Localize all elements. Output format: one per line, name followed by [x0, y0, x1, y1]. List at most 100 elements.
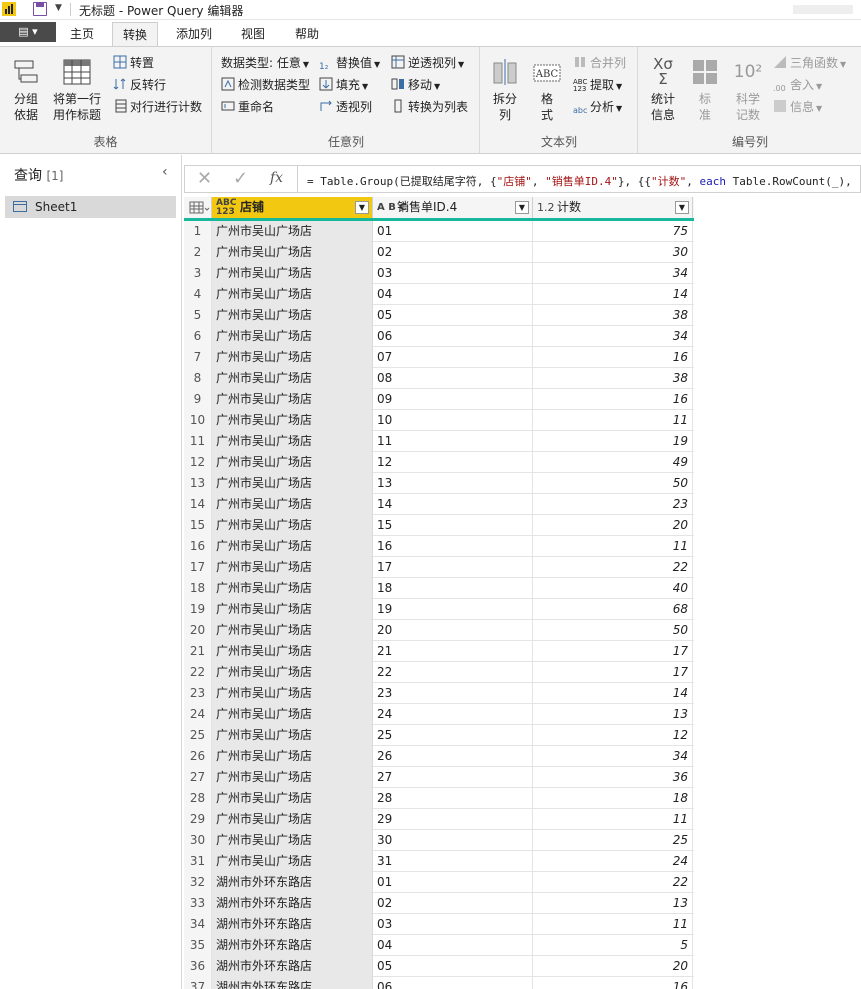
cell-order-id[interactable]: 10 [373, 410, 533, 431]
tab-view[interactable]: 视图 [228, 22, 278, 47]
table-row[interactable]: 17 广州市吴山广场店 17 22 [184, 557, 694, 578]
cell-count[interactable]: 11 [533, 410, 693, 431]
cell-count[interactable]: 22 [533, 557, 693, 578]
cell-count[interactable]: 36 [533, 767, 693, 788]
table-row[interactable]: 19 广州市吴山广场店 19 68 [184, 599, 694, 620]
table-row[interactable]: 20 广州市吴山广场店 20 50 [184, 620, 694, 641]
cell-order-id[interactable]: 14 [373, 494, 533, 515]
cell-order-id[interactable]: 03 [373, 263, 533, 284]
filter-dropdown-icon[interactable]: ▼ [675, 201, 689, 214]
table-row[interactable]: 24 广州市吴山广场店 24 13 [184, 704, 694, 725]
cell-store[interactable]: 湖州市外环东路店 [212, 977, 373, 989]
cell-store[interactable]: 广州市吴山广场店 [212, 620, 373, 641]
table-row[interactable]: 22 广州市吴山广场店 22 17 [184, 662, 694, 683]
transpose-button[interactable]: 转置 [113, 53, 154, 73]
tab-help[interactable]: 帮助 [282, 22, 332, 47]
cell-order-id[interactable]: 26 [373, 746, 533, 767]
cell-store[interactable]: 广州市吴山广场店 [212, 536, 373, 557]
cell-order-id[interactable]: 19 [373, 599, 533, 620]
unpivot-columns-button[interactable]: 逆透视列 ▼ [391, 53, 464, 73]
query-item-sheet1[interactable]: Sheet1 [5, 196, 176, 218]
cell-order-id[interactable]: 15 [373, 515, 533, 536]
cell-count[interactable]: 34 [533, 263, 693, 284]
cell-order-id[interactable]: 03 [373, 914, 533, 935]
table-row[interactable]: 3 广州市吴山广场店 03 34 [184, 263, 694, 284]
replace-values-button[interactable]: 1₂ 替换值 ▼ [319, 53, 380, 73]
cell-count[interactable]: 16 [533, 389, 693, 410]
table-row[interactable]: 10 广州市吴山广场店 10 11 [184, 410, 694, 431]
cell-count[interactable]: 17 [533, 641, 693, 662]
cell-count[interactable]: 20 [533, 515, 693, 536]
cell-store[interactable]: 广州市吴山广场店 [212, 830, 373, 851]
table-row[interactable]: 29 广州市吴山广场店 29 11 [184, 809, 694, 830]
filter-dropdown-icon[interactable]: ▼ [515, 201, 529, 214]
table-row[interactable]: 18 广州市吴山广场店 18 40 [184, 578, 694, 599]
table-row[interactable]: 33 湖州市外环东路店 02 13 [184, 893, 694, 914]
table-row[interactable]: 9 广州市吴山广场店 09 16 [184, 389, 694, 410]
cell-store[interactable]: 广州市吴山广场店 [212, 368, 373, 389]
table-row[interactable]: 15 广州市吴山广场店 15 20 [184, 515, 694, 536]
cell-store[interactable]: 广州市吴山广场店 [212, 641, 373, 662]
cell-count[interactable]: 30 [533, 242, 693, 263]
table-row[interactable]: 7 广州市吴山广场店 07 16 [184, 347, 694, 368]
column-header-count[interactable]: 1.2 计数 ▼ [533, 197, 693, 218]
cell-order-id[interactable]: 04 [373, 935, 533, 956]
cell-order-id[interactable]: 20 [373, 620, 533, 641]
table-row[interactable]: 6 广州市吴山广场店 06 34 [184, 326, 694, 347]
column-header-order-id[interactable]: A B C 销售单ID.4 ▼ [373, 197, 533, 218]
cell-store[interactable]: 广州市吴山广场店 [212, 326, 373, 347]
scientific-button[interactable]: 10² 科学 记数 [727, 57, 769, 123]
cell-order-id[interactable]: 29 [373, 809, 533, 830]
cell-count[interactable]: 13 [533, 893, 693, 914]
cell-order-id[interactable]: 17 [373, 557, 533, 578]
table-row[interactable]: 4 广州市吴山广场店 04 14 [184, 284, 694, 305]
cell-count[interactable]: 75 [533, 221, 693, 242]
trigonometry-button[interactable]: 三角函数 ▼ [773, 53, 846, 73]
cell-count[interactable]: 22 [533, 872, 693, 893]
formula-input[interactable]: = Table.Group(已提取结尾字符, {"店铺", "销售单ID.4"}… [307, 173, 852, 189]
cell-order-id[interactable]: 12 [373, 452, 533, 473]
cell-count[interactable]: 18 [533, 788, 693, 809]
cell-order-id[interactable]: 04 [373, 284, 533, 305]
table-row[interactable]: 37 湖州市外环东路店 06 16 [184, 977, 694, 989]
cell-count[interactable]: 40 [533, 578, 693, 599]
fx-icon[interactable]: fx [270, 170, 283, 186]
table-row[interactable]: 8 广州市吴山广场店 08 38 [184, 368, 694, 389]
cell-store[interactable]: 湖州市外环东路店 [212, 956, 373, 977]
cell-order-id[interactable]: 01 [373, 221, 533, 242]
rounding-button[interactable]: .00 舍入 ▼ [773, 75, 822, 95]
cell-count[interactable]: 49 [533, 452, 693, 473]
table-row[interactable]: 11 广州市吴山广场店 11 19 [184, 431, 694, 452]
cell-store[interactable]: 广州市吴山广场店 [212, 725, 373, 746]
table-row[interactable]: 25 广州市吴山广场店 25 12 [184, 725, 694, 746]
cell-order-id[interactable]: 31 [373, 851, 533, 872]
cell-store[interactable]: 广州市吴山广场店 [212, 599, 373, 620]
convert-to-list-button[interactable]: 转换为列表 [391, 97, 468, 117]
cell-count[interactable]: 38 [533, 305, 693, 326]
cell-store[interactable]: 广州市吴山广场店 [212, 767, 373, 788]
cell-order-id[interactable]: 07 [373, 347, 533, 368]
tab-add-column[interactable]: 添加列 [164, 22, 224, 47]
table-row[interactable]: 36 湖州市外环东路店 05 20 [184, 956, 694, 977]
cell-store[interactable]: 湖州市外环东路店 [212, 893, 373, 914]
cell-order-id[interactable]: 11 [373, 431, 533, 452]
cell-count[interactable]: 13 [533, 704, 693, 725]
cell-store[interactable]: 广州市吴山广场店 [212, 557, 373, 578]
cell-order-id[interactable]: 18 [373, 578, 533, 599]
cell-order-id[interactable]: 06 [373, 326, 533, 347]
cell-store[interactable]: 广州市吴山广场店 [212, 809, 373, 830]
use-first-row-as-headers-button[interactable]: 将第一行 用作标题 [48, 57, 106, 123]
collapse-pane-icon[interactable]: ‹ [162, 164, 168, 180]
count-rows-button[interactable]: 对行进行计数 [113, 97, 202, 117]
filter-dropdown-icon[interactable]: ▼ [355, 201, 369, 214]
cell-count[interactable]: 38 [533, 368, 693, 389]
table-row[interactable]: 13 广州市吴山广场店 13 50 [184, 473, 694, 494]
cell-order-id[interactable]: 25 [373, 725, 533, 746]
table-row[interactable]: 12 广州市吴山广场店 12 49 [184, 452, 694, 473]
cell-order-id[interactable]: 05 [373, 305, 533, 326]
cell-store[interactable]: 广州市吴山广场店 [212, 431, 373, 452]
cell-store[interactable]: 湖州市外环东路店 [212, 872, 373, 893]
cell-count[interactable]: 16 [533, 977, 693, 989]
commit-formula-icon[interactable]: ✓ [233, 168, 248, 189]
cell-store[interactable]: 广州市吴山广场店 [212, 683, 373, 704]
